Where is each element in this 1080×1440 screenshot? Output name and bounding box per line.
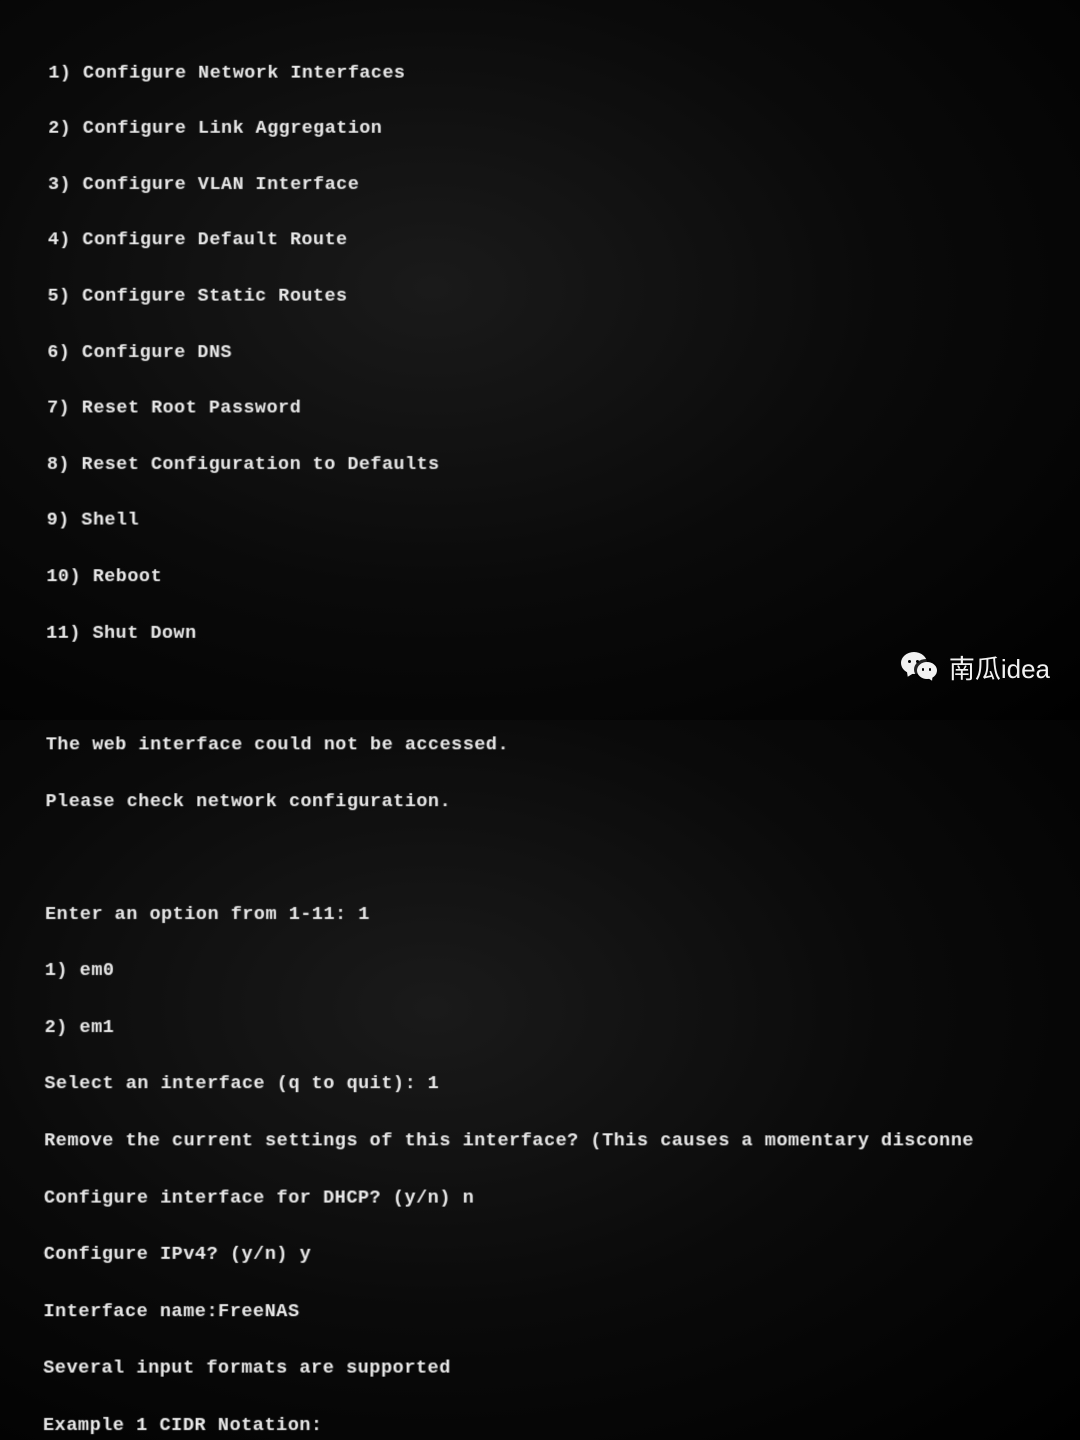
watermark: 南瓜idea [901,648,1050,686]
menu-item: 1) Configure Network Interfaces [48,65,969,84]
blank-line [45,850,973,868]
session-line: Enter an option from 1-11: 1 [45,906,973,925]
console-terminal[interactable]: 1) Configure Network Interfaces 2) Confi… [41,27,977,1440]
menu-item: 9) Shell [47,512,972,531]
warning-line: The web interface could not be accessed. [46,737,973,756]
session-line: Remove the current settings of this inte… [44,1132,974,1151]
session-line: Example 1 CIDR Notation: [43,1417,975,1436]
menu-item: 11) Shut Down [46,624,972,643]
menu-item: 4) Configure Default Route [48,232,971,251]
session-line: Select an interface (q to quit): 1 [44,1076,973,1095]
session-line: 2) em1 [45,1019,974,1038]
session-line: Configure IPv4? (y/n) y [44,1246,975,1265]
watermark-text: 南瓜idea [949,649,1050,686]
blank-line [46,681,972,699]
menu-item: 10) Reboot [46,568,971,587]
session-line: Interface name:FreeNAS [43,1303,974,1322]
menu-item: 2) Configure Link Aggregation [48,120,970,139]
menu-item: 7) Reset Root Password [47,400,971,419]
wechat-icon [901,648,939,686]
menu-item: 5) Configure Static Routes [48,288,971,307]
session-line: 1) em0 [45,962,974,981]
menu-item: 8) Reset Configuration to Defaults [47,456,971,475]
session-line: Configure interface for DHCP? (y/n) n [44,1189,974,1208]
menu-item: 3) Configure VLAN Interface [48,176,970,195]
session-line: Several input formats are supported [43,1360,975,1379]
warning-line: Please check network configuration. [45,793,972,812]
menu-item: 6) Configure DNS [47,344,971,363]
